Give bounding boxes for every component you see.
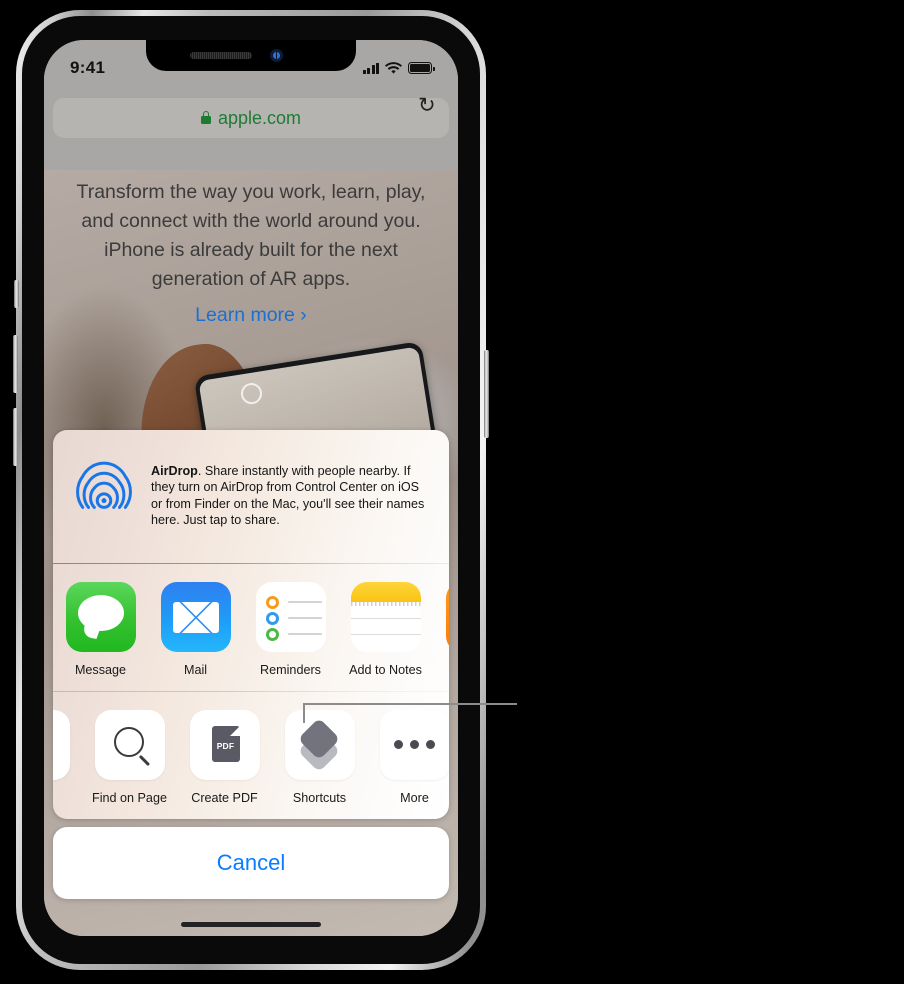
cancel-button[interactable]: Cancel bbox=[53, 826, 449, 899]
action-label: Shortcuts bbox=[292, 790, 347, 805]
shortcuts-icon bbox=[284, 709, 355, 780]
orange-app-icon bbox=[445, 581, 449, 652]
callout-horizontal-line bbox=[303, 703, 517, 705]
action-row-wrapper: ite Find on Page PDF bbox=[53, 692, 449, 819]
front-camera-icon bbox=[270, 49, 283, 62]
action-label: Create PDF bbox=[191, 790, 258, 805]
side-power-button[interactable] bbox=[484, 350, 489, 438]
hero-paragraph: Transform the way you work, learn, play,… bbox=[76, 181, 426, 290]
phone-bezel: 9:41 apple.com ↻ Transform the way you w… bbox=[22, 16, 480, 964]
battery-icon bbox=[408, 62, 435, 74]
action-find-on-page[interactable]: Find on Page bbox=[82, 709, 177, 805]
learn-more-link[interactable]: Learn more › bbox=[195, 304, 307, 327]
mute-switch[interactable] bbox=[14, 280, 19, 308]
ar-reticle-icon bbox=[239, 381, 264, 406]
magnifier-icon bbox=[94, 709, 165, 780]
share-target-label: Add to Notes bbox=[349, 662, 422, 677]
action-share-row: ite Find on Page PDF bbox=[53, 692, 449, 819]
action-label: Find on Page bbox=[92, 790, 167, 805]
messages-app-icon bbox=[65, 581, 136, 652]
pdf-badge-label: PDF bbox=[216, 740, 235, 751]
volume-up-button[interactable] bbox=[13, 335, 18, 393]
url-host: apple.com bbox=[217, 107, 302, 128]
screenshot-stage: 9:41 apple.com ↻ Transform the way you w… bbox=[0, 0, 904, 984]
share-target-notes[interactable]: Add to Notes bbox=[338, 581, 433, 677]
wifi-icon bbox=[385, 61, 402, 74]
earpiece-speaker-icon bbox=[190, 52, 252, 59]
reload-icon[interactable]: ↻ bbox=[418, 95, 440, 117]
lock-icon bbox=[200, 110, 211, 124]
airdrop-description: AirDrop. Share instantly with people nea… bbox=[151, 456, 431, 529]
status-time: 9:41 bbox=[70, 58, 106, 77]
mail-app-icon bbox=[160, 581, 231, 652]
share-target-mail[interactable]: Mail bbox=[148, 581, 243, 677]
airdrop-icon bbox=[76, 461, 132, 509]
airdrop-title: AirDrop bbox=[151, 464, 198, 478]
action-create-pdf[interactable]: PDF Create PDF bbox=[177, 709, 272, 805]
reminders-app-icon bbox=[255, 581, 326, 652]
share-target-label: Reminders bbox=[260, 662, 321, 677]
share-target-label: Message bbox=[74, 662, 127, 677]
action-add-to-favorites[interactable]: ite bbox=[53, 709, 82, 805]
hero-text-block: Transform the way you work, learn, play,… bbox=[44, 178, 458, 327]
action-label: More bbox=[400, 790, 429, 805]
volume-down-button[interactable] bbox=[13, 408, 18, 466]
share-target-partial[interactable]: S bbox=[433, 581, 449, 677]
cellular-signal-icon bbox=[362, 62, 379, 74]
phone-screen: 9:41 apple.com ↻ Transform the way you w… bbox=[44, 40, 458, 936]
iphone-device-frame: 9:41 apple.com ↻ Transform the way you w… bbox=[13, 10, 489, 970]
share-target-label: Mail bbox=[183, 662, 208, 677]
safari-toolbar: apple.com ↻ bbox=[44, 86, 458, 170]
ellipsis-icon bbox=[379, 709, 449, 780]
share-sheet: AirDrop. Share instantly with people nea… bbox=[53, 430, 449, 899]
url-text: apple.com bbox=[200, 107, 302, 129]
notes-app-icon bbox=[350, 581, 421, 652]
home-indicator[interactable] bbox=[181, 922, 321, 927]
add-to-favorites-icon bbox=[53, 709, 70, 780]
pdf-document-icon: PDF bbox=[189, 709, 260, 780]
action-shortcuts[interactable]: Shortcuts bbox=[272, 709, 367, 805]
share-sheet-panel: AirDrop. Share instantly with people nea… bbox=[53, 430, 449, 819]
address-bar[interactable]: apple.com bbox=[53, 98, 449, 138]
share-target-reminders[interactable]: Reminders bbox=[243, 581, 338, 677]
status-icons bbox=[362, 61, 435, 75]
action-more[interactable]: More bbox=[367, 709, 449, 805]
section-divider bbox=[53, 562, 449, 564]
notch bbox=[146, 40, 356, 71]
app-share-row: Message Mail Reminders Add to Notes bbox=[53, 564, 449, 691]
share-target-message[interactable]: Message bbox=[53, 581, 148, 677]
airdrop-section[interactable]: AirDrop. Share instantly with people nea… bbox=[53, 430, 449, 563]
callout-vertical-line bbox=[303, 703, 305, 723]
